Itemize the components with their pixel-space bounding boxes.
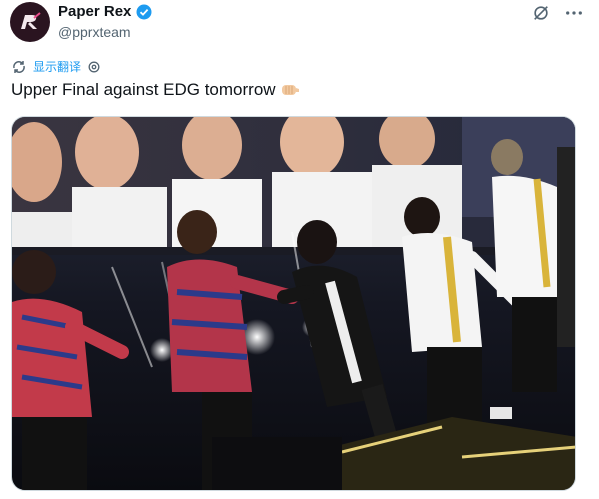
verified-badge-icon <box>136 4 152 19</box>
gear-icon[interactable] <box>87 60 101 74</box>
photo-icon <box>12 117 575 490</box>
grok-button[interactable] <box>530 2 552 24</box>
tweet[interactable]: Paper Rex @pprxteam 显示翻译 Upper Final aga… <box>0 0 599 499</box>
tweet-header: Paper Rex @pprxteam <box>10 2 590 46</box>
more-dots-icon <box>566 11 582 15</box>
user-handle[interactable]: @pprxteam <box>58 24 131 40</box>
translate-icon <box>13 60 25 73</box>
tweet-text-content: Upper Final against EDG tomorrow <box>11 80 276 99</box>
tweet-photo[interactable] <box>11 116 576 491</box>
more-options-button[interactable] <box>562 2 586 24</box>
translate-row: 显示翻译 <box>11 58 101 75</box>
display-name[interactable]: Paper Rex <box>58 3 131 20</box>
fist-bump-emoji-icon <box>281 85 299 95</box>
name-row: Paper Rex <box>58 3 152 20</box>
show-translation-link[interactable]: 显示翻译 <box>33 58 81 75</box>
paper-rex-logo-icon <box>21 12 41 29</box>
avatar[interactable] <box>10 2 50 42</box>
tweet-text: Upper Final against EDG tomorrow <box>11 80 300 100</box>
grok-icon <box>534 6 548 20</box>
